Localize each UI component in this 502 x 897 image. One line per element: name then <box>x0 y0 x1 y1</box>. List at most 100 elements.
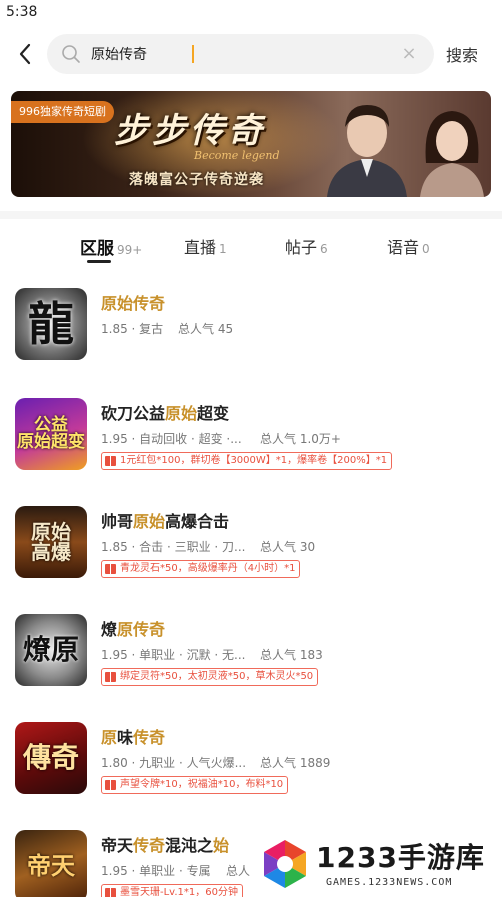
actress-image <box>420 111 484 197</box>
status-bar: 5:38 <box>0 0 502 26</box>
game-name: 原始传奇 <box>101 290 165 314</box>
list-item[interactable]: 原始 高爆 帅哥原始高爆合击 1.85 · 合击 · 三职业 · 刀... 总人… <box>0 502 502 602</box>
gift-icon <box>105 564 116 574</box>
game-popularity: 总人 <box>226 864 251 878</box>
name-part: 砍刀公益 <box>101 404 166 423</box>
name-highlight: 原始传奇 <box>101 294 166 313</box>
gift-icon <box>105 888 116 897</box>
game-name: 帅哥原始高爆合击 <box>101 508 229 532</box>
status-time: 5:38 <box>6 4 38 20</box>
search-input[interactable] <box>91 34 391 74</box>
name-part: 超变 <box>197 404 230 423</box>
tab-posts[interactable]: 帖子 6 <box>285 234 328 264</box>
game-name: 砍刀公益原始超变 <box>101 400 229 424</box>
list-item[interactable]: 燎原 燎原传奇 1.95 · 单职业 · 沉默 · 无... 总人气 183 绑… <box>0 610 502 710</box>
tab-voice[interactable]: 语音 0 <box>387 234 430 264</box>
game-icon: 燎原 <box>15 614 87 686</box>
gift-text: 青龙灵石*50，高级爆率丹（4小时）*1 <box>120 563 296 574</box>
name-part: 帅哥 <box>101 512 134 531</box>
list-item[interactable]: 龍 原始传奇 1.85 · 复古 总人气 45 <box>0 284 502 384</box>
gift-text: 1元红包*100，群切卷【3000W】*1，爆率卷【200%】*1 <box>120 455 388 466</box>
name-highlight: 传奇 <box>133 728 166 747</box>
text-caret <box>192 45 194 63</box>
gift-text: 声望令牌*10，祝福油*10，布料*10 <box>120 779 284 790</box>
promo-banner[interactable]: 996独家传奇短剧 步步传奇 Become legend 落魄富公子传奇逆袭 <box>11 91 491 197</box>
list-item[interactable]: 公益 原始超变 砍刀公益原始超变 1.95 · 自动回收 · 超变 ·... 总… <box>0 394 502 494</box>
name-highlight: 原始 <box>165 404 198 423</box>
name-highlight: 原 <box>101 728 118 747</box>
tab-count: 1 <box>219 242 227 256</box>
search-bar: × 搜索 <box>0 32 502 76</box>
search-icon <box>62 45 80 63</box>
name-highlight: 始 <box>213 836 230 855</box>
gift-icon <box>105 456 116 466</box>
name-highlight: 传奇 <box>133 836 166 855</box>
game-meta: 1.85 · 复古 <box>101 322 164 336</box>
tab-label: 直播 <box>184 238 217 257</box>
game-icon: 龍 <box>15 288 87 360</box>
name-part: 味 <box>117 728 134 747</box>
game-popularity: 总人气 30 <box>260 540 316 554</box>
game-icon-text: 公益 原始超变 <box>17 415 85 452</box>
watermark-url: GAMES.1233NEWS.COM <box>326 877 453 888</box>
banner-title: 步步传奇 <box>114 111 266 151</box>
name-part: 帝天 <box>101 836 134 855</box>
gift-text: 绑定灵符*50，太初灵液*50，草木灵火*50 <box>120 671 314 682</box>
game-meta: 1.95 · 自动回收 · 超变 ·... <box>101 432 242 446</box>
game-popularity: 总人气 1.0万+ <box>260 432 341 446</box>
game-icon: 傳奇 <box>15 722 87 794</box>
gift-pack[interactable]: 青龙灵石*50，高级爆率丹（4小时）*1 <box>101 560 301 578</box>
name-part: 高爆合击 <box>165 512 230 531</box>
game-meta: 1.95 · 单职业 · 专属 <box>101 864 211 878</box>
banner-tag: 996独家传奇短剧 <box>11 101 114 123</box>
game-icon: 原始 高爆 <box>15 506 87 578</box>
game-popularity: 总人气 45 <box>178 322 234 336</box>
banner-english-title: Become legend <box>194 149 280 162</box>
actor-image <box>327 105 407 197</box>
brand-logo-icon <box>264 840 306 888</box>
game-icon: 帝天 <box>15 830 87 897</box>
clear-icon[interactable]: × <box>400 45 418 63</box>
tab-count: 6 <box>320 242 328 256</box>
gift-pack[interactable]: 墨雪天珊-Lv.1*1，60分钟 <box>101 884 243 897</box>
game-name: 燎原传奇 <box>101 616 165 640</box>
game-name: 原味传奇 <box>101 724 165 748</box>
section-divider <box>0 211 502 219</box>
search-button[interactable]: 搜索 <box>446 42 478 66</box>
name-part: 燎 <box>101 620 118 639</box>
tab-live[interactable]: 直播 1 <box>184 234 227 264</box>
chevron-left-icon <box>19 43 31 65</box>
game-name: 帝天传奇混沌之始 <box>101 832 229 856</box>
game-icon-text: 原始 高爆 <box>31 520 71 564</box>
gift-pack[interactable]: 绑定灵符*50，太初灵液*50，草木灵火*50 <box>101 668 319 686</box>
watermark-brand: 1233手游库 <box>316 841 485 874</box>
back-button[interactable] <box>12 40 38 68</box>
gift-pack[interactable]: 1元红包*100，群切卷【3000W】*1，爆率卷【200%】*1 <box>101 452 393 470</box>
game-icon: 公益 原始超变 <box>15 398 87 470</box>
watermark: 1233手游库 GAMES.1233NEWS.COM <box>252 830 502 897</box>
gift-icon <box>105 780 116 790</box>
result-tabs: 区服 99+ 直播 1 帖子 6 语音 0 <box>0 226 502 266</box>
tab-count: 99+ <box>117 243 143 257</box>
list-item[interactable]: 傳奇 原味传奇 1.80 · 九职业 · 人气火爆... 总人气 1889 声望… <box>0 718 502 818</box>
game-meta: 1.95 · 单职业 · 沉默 · 无... <box>101 648 246 662</box>
banner-subtitle: 落魄富公子传奇逆袭 <box>129 172 264 188</box>
game-meta: 1.80 · 九职业 · 人气火爆... <box>101 756 247 770</box>
game-popularity: 总人气 1889 <box>260 756 331 770</box>
gift-icon <box>105 672 116 682</box>
game-icon-text: 傳奇 <box>22 741 79 774</box>
tab-label: 帖子 <box>285 238 318 257</box>
game-icon-text: 燎原 <box>22 633 79 666</box>
game-icon-text: 龍 <box>28 297 74 351</box>
name-part: 混沌之 <box>165 836 214 855</box>
active-tab-indicator <box>87 260 111 263</box>
tab-label: 语音 <box>387 238 420 257</box>
tab-label: 区服 <box>80 239 114 259</box>
game-meta: 1.85 · 合击 · 三职业 · 刀... <box>101 540 246 554</box>
name-highlight: 原传奇 <box>117 620 166 639</box>
search-box[interactable]: × <box>47 34 434 74</box>
gift-pack[interactable]: 声望令牌*10，祝福油*10，布料*10 <box>101 776 289 794</box>
game-icon-text: 帝天 <box>27 851 75 880</box>
name-highlight: 原始 <box>133 512 166 531</box>
gift-text: 墨雪天珊-Lv.1*1，60分钟 <box>120 887 238 897</box>
